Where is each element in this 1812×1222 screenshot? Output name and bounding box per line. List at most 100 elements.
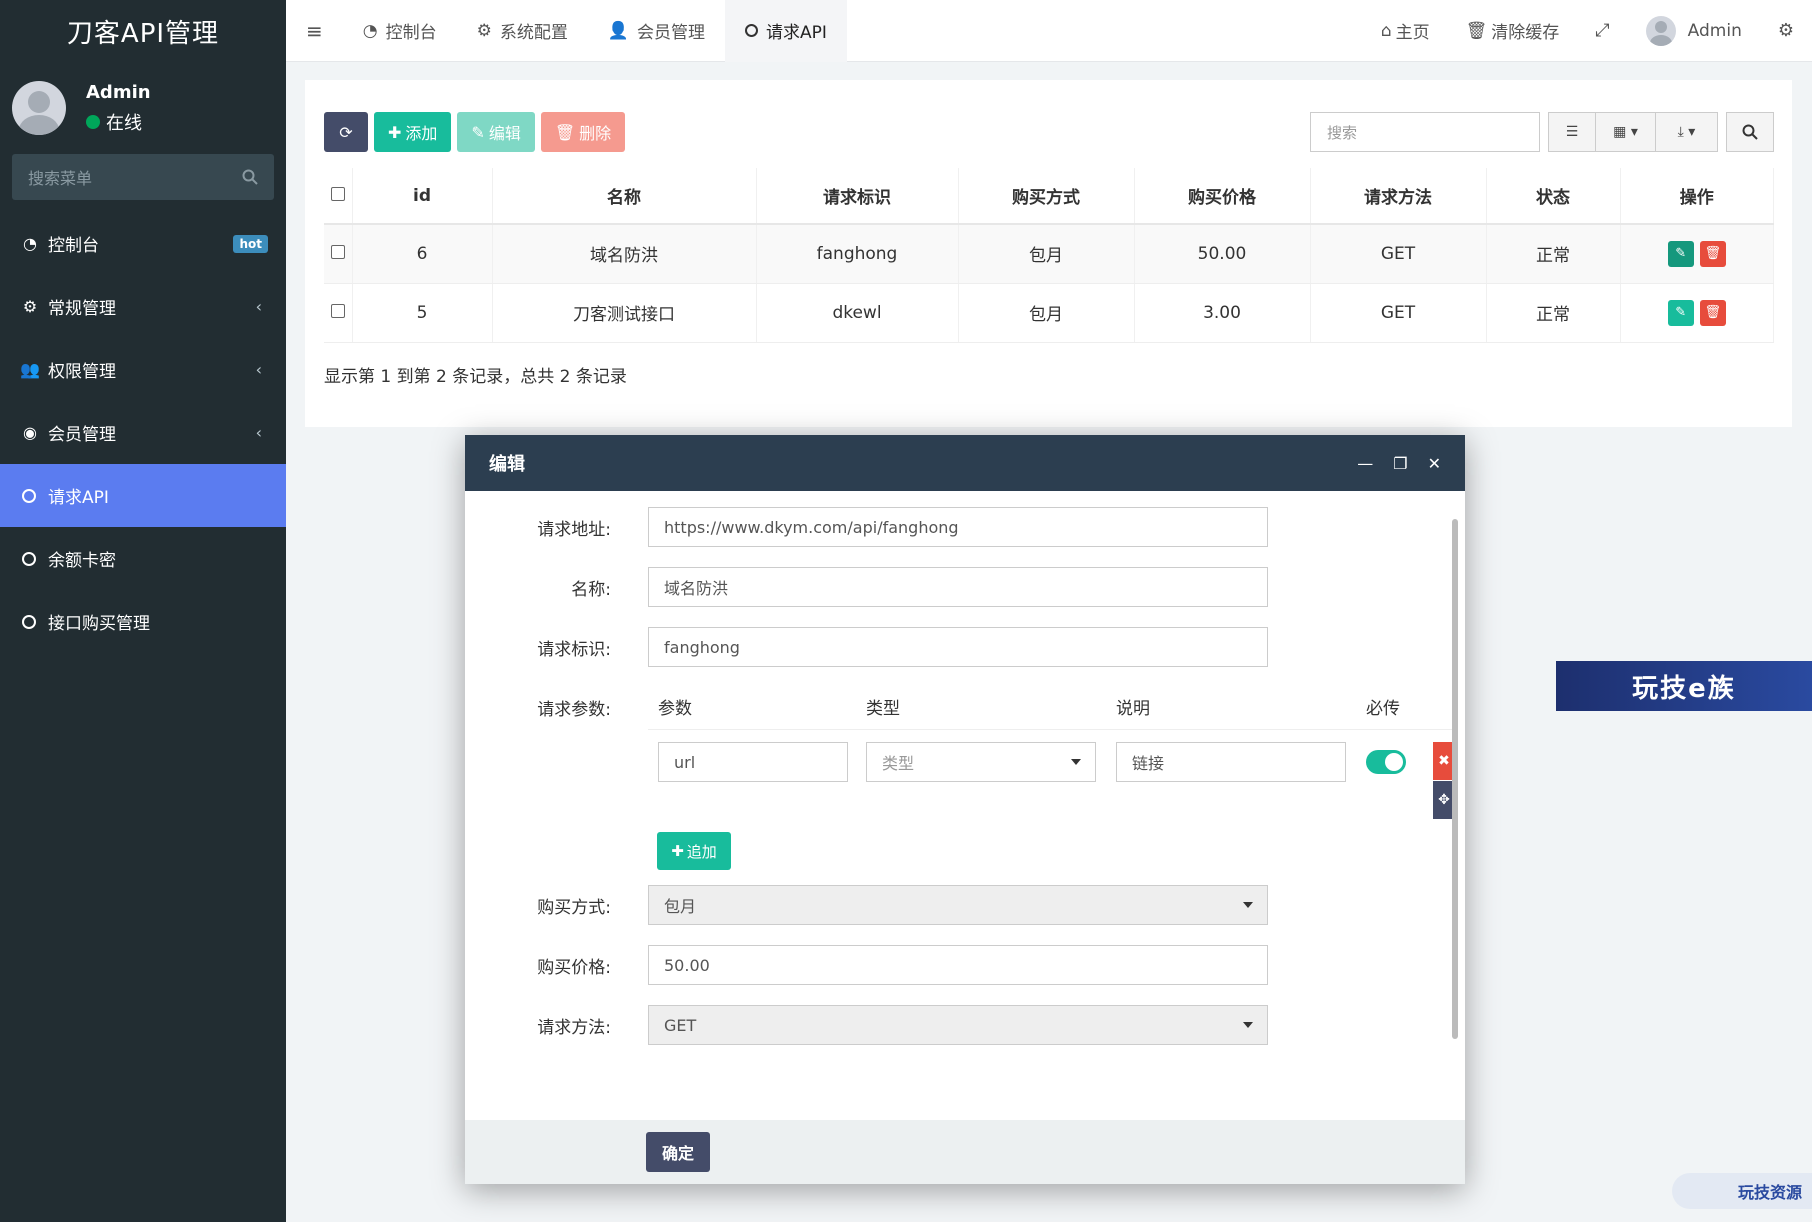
- param-col-name: 参数: [658, 699, 692, 719]
- sidebar-search-input[interactable]: 搜索菜单: [12, 154, 274, 200]
- row-edit-button[interactable]: ✎: [1667, 240, 1694, 267]
- sidebar-menu: ◔ 控制台 hot ⚙ 常规管理 ‹ 👥 权限管理 ‹ ◉ 会员管理 ‹ 请求A…: [0, 212, 286, 653]
- columns-button[interactable]: ▦ ▾: [1596, 112, 1656, 152]
- tab-dashboard[interactable]: ◔ 控制台: [343, 0, 457, 62]
- sidebar-item-permissions[interactable]: 👥 权限管理 ‹: [0, 338, 286, 401]
- name-row: 名称: 域名防洪: [465, 567, 1268, 607]
- method-select[interactable]: GET: [648, 1005, 1268, 1045]
- col-id[interactable]: id: [352, 168, 493, 225]
- url-input[interactable]: https://www.dkym.com/api/fanghong: [648, 507, 1268, 547]
- append-param-button[interactable]: ✚ 追加: [657, 832, 731, 870]
- sidebar-item-label: 常规管理: [48, 299, 116, 319]
- col-price[interactable]: 购买价格: [1134, 168, 1311, 225]
- buy-type-select[interactable]: 包月: [648, 885, 1268, 925]
- row-delete-button[interactable]: 🗑: [1699, 240, 1726, 267]
- price-row: 购买价格: 50.00: [465, 945, 1268, 985]
- row-checkbox[interactable]: [330, 303, 345, 318]
- modal-header: 编辑 — ❐ ✕: [465, 435, 1465, 491]
- user-menu[interactable]: Admin: [1628, 0, 1760, 62]
- toggle-view-button[interactable]: ☰: [1548, 112, 1596, 152]
- tab-request-api[interactable]: 请求API: [725, 0, 847, 62]
- sidebar-item-request-api[interactable]: 请求API: [0, 464, 286, 527]
- search-icon[interactable]: [242, 169, 258, 185]
- key-input[interactable]: fanghong: [648, 627, 1268, 667]
- tab-label: 请求API: [766, 23, 827, 43]
- modal-footer: 确定: [465, 1120, 1465, 1184]
- tab-system-config[interactable]: ⚙ 系统配置: [457, 0, 588, 62]
- sidebar-item-label: 请求API: [48, 488, 109, 508]
- scroll-thumb[interactable]: [1452, 519, 1458, 1039]
- select-all-checkbox[interactable]: [330, 186, 345, 201]
- user-name: Admin: [86, 81, 151, 103]
- params-table: 参数 类型 说明 必传 url 类型 链接 ✖ ✥ ✚ 追加: [648, 684, 1458, 870]
- col-method[interactable]: 请求方法: [1310, 168, 1487, 225]
- clear-cache-button[interactable]: 🗑 清除缓存: [1448, 0, 1578, 62]
- add-button[interactable]: ✚ 添加: [374, 112, 452, 152]
- cell-buy-type: 包月: [958, 283, 1135, 343]
- cell-price: 3.00: [1134, 283, 1311, 343]
- add-label: 添加: [405, 124, 438, 143]
- param-required-toggle[interactable]: [1366, 750, 1406, 774]
- confirm-button[interactable]: 确定: [646, 1132, 710, 1172]
- row-checkbox[interactable]: [330, 244, 345, 259]
- col-name[interactable]: 名称: [492, 168, 757, 225]
- param-name-input[interactable]: url: [658, 742, 848, 782]
- close-icon[interactable]: ✕: [1428, 454, 1441, 473]
- param-desc-input[interactable]: 链接: [1116, 742, 1346, 782]
- sidebar-toggle-button[interactable]: ≡: [286, 0, 343, 62]
- sidebar-item-label: 权限管理: [48, 362, 116, 382]
- pencil-icon: ✎: [1675, 246, 1687, 262]
- col-status[interactable]: 状态: [1486, 168, 1621, 225]
- table-row[interactable]: 5 刀客测试接口 dkewl 包月 3.00 GET 正常 ✎ 🗑: [324, 283, 1774, 343]
- sidebar-item-general[interactable]: ⚙ 常规管理 ‹: [0, 275, 286, 338]
- refresh-button[interactable]: ⟳: [324, 112, 368, 152]
- watermark-corner: 玩技资源: [1672, 1173, 1812, 1209]
- topbar-username: Admin: [1687, 20, 1742, 41]
- modal-title: 编辑: [489, 454, 525, 475]
- brand-title[interactable]: 刀客API管理: [0, 0, 286, 62]
- param-col-desc: 说明: [1116, 699, 1150, 719]
- refresh-icon: ⟳: [339, 122, 353, 142]
- price-input[interactable]: 50.00: [648, 945, 1268, 985]
- name-input[interactable]: 域名防洪: [648, 567, 1268, 607]
- table-search-input[interactable]: 搜索: [1310, 112, 1540, 152]
- settings-button[interactable]: ⚙: [1760, 0, 1812, 62]
- method-label: 请求方法:: [537, 1017, 611, 1038]
- api-table: id 名称 请求标识 购买方式 购买价格 请求方法 状态 操作 6 域名防洪 f…: [324, 168, 1774, 343]
- chevron-left-icon: ‹: [255, 297, 262, 316]
- sidebar-item-members[interactable]: ◉ 会员管理 ‹: [0, 401, 286, 464]
- delete-label: 删除: [579, 124, 612, 143]
- clear-cache-label: 清除缓存: [1491, 23, 1560, 43]
- watermark-banner: 玩技e族: [1556, 661, 1812, 711]
- sidebar-item-api-purchase[interactable]: 接口购买管理: [0, 590, 286, 653]
- circle-icon: [22, 614, 36, 629]
- param-col-type: 类型: [866, 699, 900, 719]
- export-button[interactable]: ⤓ ▾: [1656, 112, 1718, 152]
- maximize-icon[interactable]: ❐: [1393, 454, 1407, 473]
- delete-button[interactable]: 🗑 删除: [540, 112, 626, 152]
- user-panel: Admin 在线: [0, 62, 286, 154]
- table-row[interactable]: 6 域名防洪 fanghong 包月 50.00 GET 正常 ✎ 🗑: [324, 224, 1774, 284]
- home-link[interactable]: ⌂ 主页: [1363, 0, 1448, 62]
- chevron-down-icon: [1243, 902, 1253, 908]
- list-icon: ☰: [1565, 124, 1579, 140]
- tab-members[interactable]: 👤 会员管理: [588, 0, 725, 62]
- edit-button[interactable]: ✎ 编辑: [457, 112, 535, 152]
- sidebar-item-dashboard[interactable]: ◔ 控制台 hot: [0, 212, 286, 275]
- col-buy-type[interactable]: 购买方式: [958, 168, 1135, 225]
- sidebar-item-label: 接口购买管理: [48, 614, 150, 634]
- search-button[interactable]: [1726, 112, 1774, 152]
- hamburger-icon: ≡: [306, 18, 323, 43]
- minimize-icon[interactable]: —: [1357, 454, 1373, 473]
- cell-status: 正常: [1486, 283, 1621, 343]
- select-all-cell[interactable]: [324, 168, 353, 225]
- row-delete-button[interactable]: 🗑: [1699, 299, 1726, 326]
- modal-scrollbar[interactable]: [1451, 503, 1459, 1121]
- row-edit-button[interactable]: ✎: [1667, 299, 1694, 326]
- col-key[interactable]: 请求标识: [756, 168, 959, 225]
- sidebar-item-balance-cards[interactable]: 余额卡密: [0, 527, 286, 590]
- fullscreen-button[interactable]: ⤢: [1577, 0, 1627, 62]
- avatar: [12, 81, 66, 135]
- param-type-select[interactable]: 类型: [866, 742, 1096, 782]
- cell-price: 50.00: [1134, 224, 1311, 284]
